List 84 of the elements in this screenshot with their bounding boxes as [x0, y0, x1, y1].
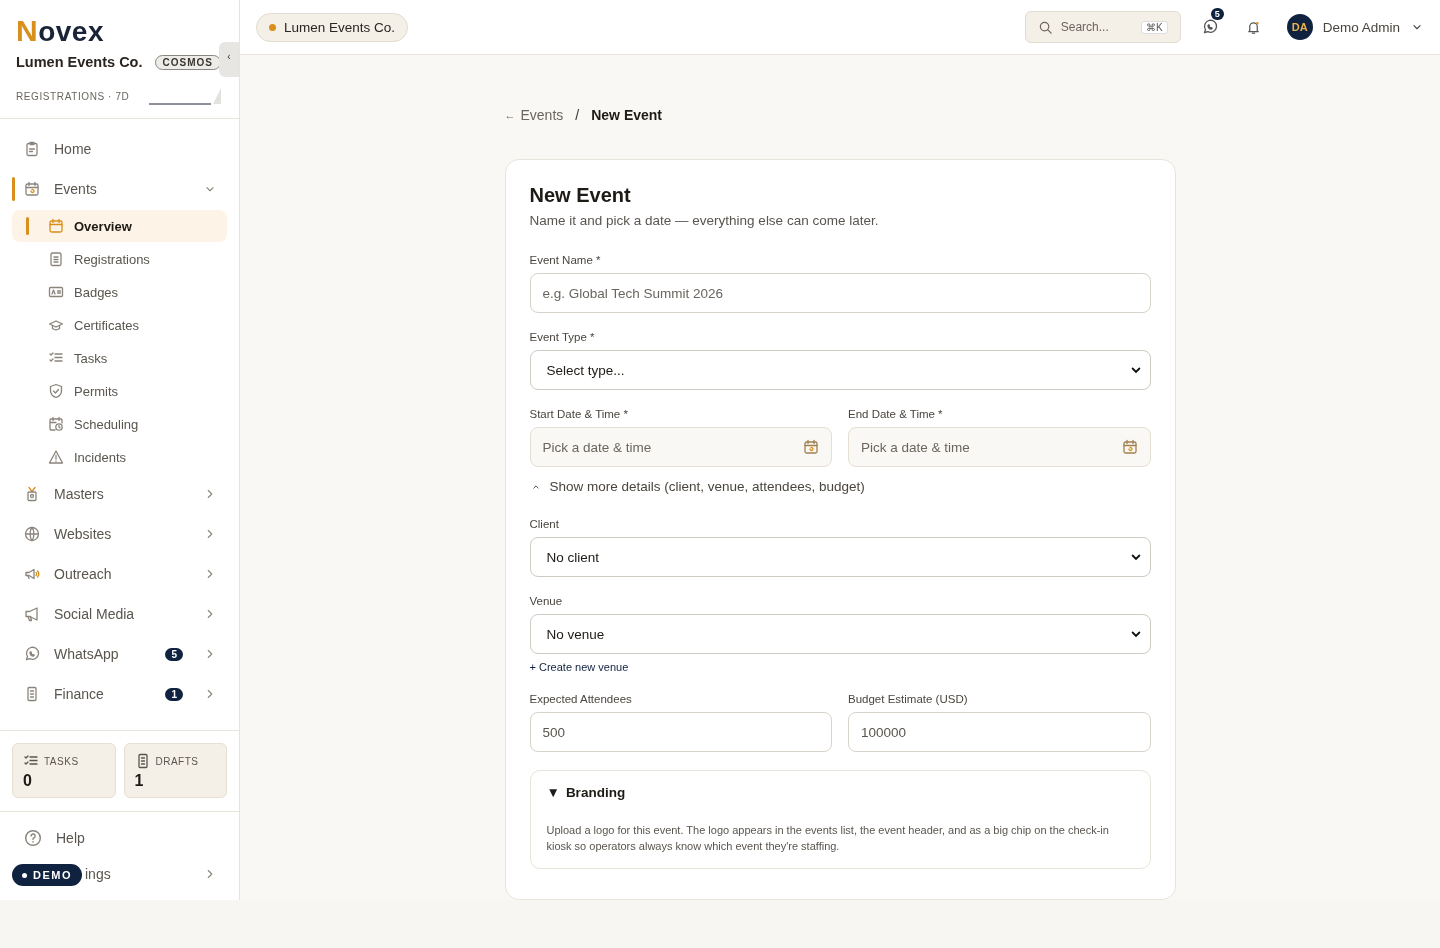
receipt-icon — [24, 686, 40, 702]
chat-bubble-icon — [24, 646, 40, 662]
input-field[interactable]: 100000 — [848, 712, 1151, 752]
count-badge: 5 — [1210, 8, 1224, 20]
stat-value: 0 — [23, 772, 33, 790]
warning-icon — [48, 449, 64, 465]
nav-subitem[interactable]: Certificates — [12, 309, 227, 341]
nav-item[interactable]: Websites — [12, 514, 227, 554]
stat-card[interactable]: DRAFTS 1 — [123, 743, 227, 798]
calendar-icon — [1121, 439, 1138, 455]
nav-item[interactable]: Help — [12, 820, 227, 856]
nav-subitem[interactable]: Badges — [12, 276, 227, 308]
megaphone-icon — [24, 566, 40, 582]
input-field[interactable]: e.g. Global Tech Summit 2026 — [529, 273, 1151, 313]
nav-subitem[interactable]: Overview — [12, 210, 227, 242]
nav-item[interactable]: Home — [12, 129, 227, 169]
field-label: Venue — [529, 595, 564, 607]
breadcrumb-link[interactable]: ← Events — [504, 107, 564, 123]
select-field[interactable]: No venue — [529, 614, 1151, 654]
count-badge: 5 — [165, 647, 183, 661]
stat-card[interactable]: TASKS 0 — [12, 743, 116, 798]
demo-badge: DEMO — [12, 864, 82, 886]
field-label: Event Type * — [529, 331, 596, 343]
user-menu[interactable]: DA Demo Admin — [1286, 14, 1424, 40]
megaphone-icon — [24, 606, 40, 622]
breadcrumb-current: New Event — [591, 107, 662, 123]
shield-icon — [48, 383, 64, 399]
help-icon — [24, 829, 42, 847]
field-label: Client — [529, 518, 560, 530]
nav-item[interactable]: Finance 1 — [12, 674, 227, 714]
field-label: End Date & Time * — [848, 408, 944, 420]
select-field[interactable]: Select type... — [529, 350, 1151, 390]
calendar-icon — [803, 439, 819, 455]
nav-item[interactable]: ings — [85, 856, 227, 892]
nav-subitem[interactable]: Incidents — [12, 441, 227, 473]
calendar-icon — [48, 218, 64, 234]
create-venue-link[interactable]: + Create new venue — [529, 661, 629, 673]
search-field[interactable]: Search... ⌘K — [1024, 11, 1181, 43]
stat-value: 1 — [134, 772, 145, 790]
bell-icon — [1246, 19, 1262, 35]
nav-item[interactable]: WhatsApp 5 — [12, 634, 227, 674]
chat-bubble-icon — [1201, 19, 1218, 35]
list-icon — [48, 251, 64, 267]
organization-name: Lumen Events Co. — [16, 54, 143, 70]
field-label: Event Name * — [529, 254, 602, 266]
calendar-clock-icon — [48, 416, 64, 432]
avatar: DA — [1286, 14, 1313, 40]
branding-description: Upload a logo for this event. The logo appears in the events list, the event header, and as a big chip on the check-in kiosk so operators always know which event they're staffing. — [546, 823, 1110, 854]
nav-subitem[interactable]: Registrations — [12, 243, 227, 275]
nav-item[interactable]: Outreach — [12, 554, 227, 594]
date-field[interactable]: Pick a date & time — [848, 427, 1151, 467]
field-label: Start Date & Time * — [529, 408, 629, 420]
breadcrumb-separator: / — [575, 107, 580, 123]
date-field[interactable]: Pick a date & time — [529, 427, 832, 467]
details-toggle[interactable]: Show more details (client, venue, attendees, budget) — [529, 479, 1151, 494]
globe-icon — [24, 526, 40, 542]
medal-icon — [24, 486, 40, 502]
nav-subitem[interactable]: Permits — [12, 375, 227, 407]
nav-item[interactable]: Social Media — [12, 594, 227, 634]
count-badge: 1 — [165, 687, 183, 701]
nav-item[interactable]: Events — [12, 169, 227, 209]
collapse-tab[interactable]: ‹ — [219, 42, 239, 77]
plan-badge: COSMOS — [154, 54, 221, 70]
sparkline-label: REGISTRATIONS · 7D — [16, 90, 130, 102]
field-label: Expected Attendees — [529, 693, 633, 705]
stat-label: DRAFTS — [155, 755, 199, 767]
nav-subitem[interactable]: Scheduling — [12, 408, 227, 440]
nav-item[interactable]: Masters — [12, 474, 227, 514]
id-card-icon — [48, 284, 64, 300]
stat-label: TASKS — [44, 755, 79, 767]
search-icon — [1037, 19, 1053, 35]
logo: Novex — [16, 14, 105, 44]
form-subtitle: Name it and pick a date — everything else can come later. — [529, 213, 880, 228]
select-field[interactable]: No client — [529, 537, 1151, 577]
calendar-icon — [24, 181, 40, 197]
status-dot — [269, 23, 276, 31]
clipboard-icon — [24, 141, 40, 157]
branding-summary[interactable]: ▼ Branding — [546, 785, 1134, 800]
form-title: New Event — [529, 184, 632, 207]
nav-subitem[interactable]: Tasks — [12, 342, 227, 374]
input-field[interactable]: 500 — [529, 712, 832, 752]
workspace-chip[interactable]: Lumen Events Co. — [256, 12, 409, 42]
shortcut-key: ⌘K — [1141, 20, 1168, 34]
field-label: Budget Estimate (USD) — [848, 693, 969, 705]
